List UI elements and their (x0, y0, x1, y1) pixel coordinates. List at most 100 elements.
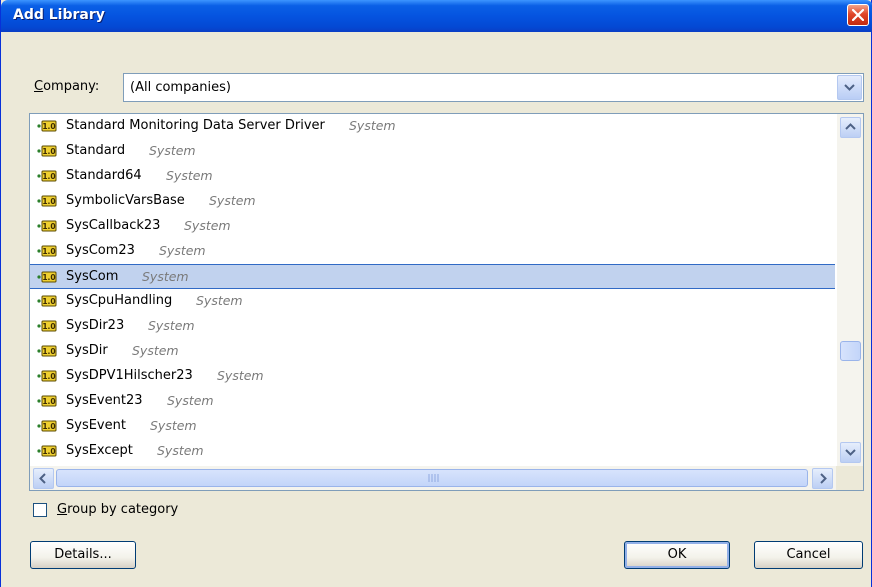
group-by-category-label[interactable]: Group by category (57, 502, 178, 517)
library-name: SysEvent (66, 418, 126, 433)
library-category: System (132, 343, 179, 358)
add-library-dialog: Add Library Company: (All companies) 1.0… (0, 0, 872, 587)
library-name: Standard64 (66, 168, 142, 183)
library-name: Standard (66, 143, 126, 158)
library-name: SysExcept (66, 443, 133, 458)
svg-text:1.0: 1.0 (42, 322, 55, 331)
vertical-scrollbar[interactable] (837, 114, 863, 466)
close-icon (852, 9, 864, 21)
library-version-icon: 1.0 (37, 370, 57, 382)
library-name: SysDir23 (66, 318, 125, 333)
library-version-icon: 1.0 (37, 245, 57, 257)
library-version-icon: 1.0 (37, 420, 57, 432)
library-version-icon: 1.0 (37, 445, 57, 457)
library-list-item[interactable]: 1.0 SysDir23 System (30, 314, 835, 339)
details-button[interactable]: Details... (30, 541, 136, 569)
svg-text:1.0: 1.0 (42, 273, 55, 282)
library-name: Standard Monitoring Data Server Driver (66, 118, 325, 133)
company-label: Company: (34, 79, 100, 94)
library-version-icon: 1.0 (37, 345, 57, 357)
grip-icon (428, 474, 439, 482)
svg-text:1.0: 1.0 (42, 447, 55, 456)
company-selected-value: (All companies) (130, 80, 231, 95)
company-dropdown-button[interactable] (837, 75, 862, 100)
library-list-item[interactable]: 1.0 SymbolicVarsBase System (30, 189, 835, 214)
library-version-icon: 1.0 (37, 220, 57, 232)
library-category: System (196, 293, 243, 308)
title-bar[interactable]: Add Library (1, 0, 872, 32)
scroll-up-button[interactable] (840, 117, 861, 138)
group-by-category-checkbox[interactable] (33, 503, 47, 517)
svg-text:1.0: 1.0 (42, 172, 55, 181)
library-category: System (149, 143, 196, 158)
window-title: Add Library (13, 7, 105, 23)
library-category: System (150, 418, 197, 433)
library-name: SysCom (66, 269, 119, 284)
library-category: System (148, 318, 195, 333)
library-version-icon: 1.0 (37, 120, 57, 132)
svg-text:1.0: 1.0 (42, 197, 55, 206)
library-category: System (349, 118, 396, 133)
library-version-icon: 1.0 (37, 195, 57, 207)
library-category: System (166, 168, 213, 183)
library-name: SysDPV1Hilscher23 (66, 368, 193, 383)
scrollbar-corner (836, 466, 863, 490)
library-name: SysCpuHandling (66, 293, 173, 308)
library-name: SysCallback23 (66, 218, 161, 233)
svg-text:1.0: 1.0 (42, 247, 55, 256)
svg-text:1.0: 1.0 (42, 347, 55, 356)
chevron-up-icon (845, 123, 856, 130)
close-button[interactable] (847, 4, 869, 26)
library-list-item[interactable]: 1.0 SysDir System (30, 339, 835, 364)
library-list-item[interactable]: 1.0 Standard Monitoring Data Server Drive… (30, 114, 835, 139)
library-name: SymbolicVarsBase (66, 193, 185, 208)
library-version-icon: 1.0 (37, 145, 57, 157)
library-list-item[interactable]: 1.0 Standard64 System (30, 164, 835, 189)
scroll-right-button[interactable] (812, 468, 833, 489)
library-version-icon: 1.0 (37, 271, 57, 283)
library-list-item[interactable]: 1.0 SysEvent23 System (30, 389, 835, 414)
svg-text:1.0: 1.0 (42, 297, 55, 306)
library-version-icon: 1.0 (37, 295, 57, 307)
horizontal-scroll-thumb[interactable] (56, 469, 808, 487)
library-version-icon: 1.0 (37, 170, 57, 182)
scroll-down-button[interactable] (840, 442, 861, 463)
library-version-icon: 1.0 (37, 395, 57, 407)
library-category: System (142, 269, 189, 284)
library-category: System (217, 368, 264, 383)
chevron-down-icon (845, 449, 856, 456)
library-category: System (157, 443, 204, 458)
library-category: System (167, 393, 214, 408)
library-list-item[interactable]: 1.0 SysCallback23 System (30, 214, 835, 239)
library-list-item[interactable]: 1.0 Standard System (30, 139, 835, 164)
library-list-item[interactable]: 1.0 SysCpuHandling System (30, 289, 835, 314)
ok-button[interactable]: OK (624, 541, 730, 569)
svg-text:1.0: 1.0 (42, 147, 55, 156)
library-category: System (184, 218, 231, 233)
svg-text:1.0: 1.0 (42, 122, 55, 131)
svg-text:1.0: 1.0 (42, 397, 55, 406)
cancel-button[interactable]: Cancel (754, 541, 863, 569)
library-list-item[interactable]: 1.0 SysCom System (30, 264, 835, 289)
company-combobox[interactable]: (All companies) (123, 73, 864, 102)
horizontal-scrollbar[interactable] (30, 466, 836, 490)
library-list-item[interactable]: 1.0 SysEvent System (30, 414, 835, 439)
library-category: System (209, 193, 256, 208)
vertical-scroll-thumb[interactable] (840, 341, 861, 361)
svg-text:1.0: 1.0 (42, 222, 55, 231)
library-list-item[interactable]: 1.0 SysExcept System (30, 439, 835, 464)
chevron-down-icon (844, 84, 855, 91)
library-name: SysCom23 (66, 243, 135, 258)
library-category: System (159, 243, 206, 258)
library-list-item[interactable]: 1.0 SysCom23 System (30, 239, 835, 264)
library-name: SysEvent23 (66, 393, 143, 408)
svg-text:1.0: 1.0 (42, 372, 55, 381)
library-list-item[interactable]: 1.0 SysDPV1Hilscher23 System (30, 364, 835, 389)
chevron-left-icon (39, 473, 46, 484)
chevron-right-icon (820, 473, 827, 484)
svg-text:1.0: 1.0 (42, 422, 55, 431)
library-name: SysDir (66, 343, 108, 358)
library-version-icon: 1.0 (37, 320, 57, 332)
scroll-left-button[interactable] (33, 468, 54, 489)
library-list[interactable]: 1.0 Standard Monitoring Data Server Drive… (29, 113, 864, 491)
